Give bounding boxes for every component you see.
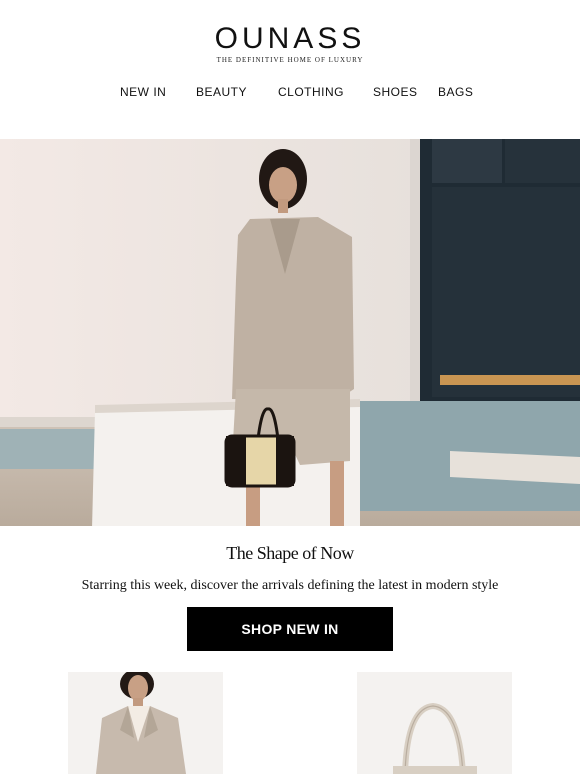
product-card-handbag[interactable] xyxy=(357,672,512,774)
brand-tagline: THE DEFINITIVE HOME OF LUXURY xyxy=(216,56,364,64)
hero-illustration xyxy=(0,139,580,526)
nav-item-beauty[interactable]: BEAUTY xyxy=(196,85,247,99)
handbag-product-image xyxy=(357,672,512,774)
campaign-subtext: Starring this week, discover the arrival… xyxy=(81,578,499,593)
nav-item-shoes[interactable]: SHOES xyxy=(373,85,418,99)
nav-item-clothing[interactable]: CLOTHING xyxy=(278,85,344,99)
nav-item-bags[interactable]: BAGS xyxy=(438,85,473,99)
shop-new-in-button[interactable]: SHOP NEW IN xyxy=(187,607,393,651)
main-nav: NEW IN BEAUTY CLOTHING SHOES BAGS xyxy=(0,85,580,101)
hero-campaign-image[interactable] xyxy=(0,139,580,526)
product-card-blazer[interactable] xyxy=(68,672,223,774)
nav-item-new-in[interactable]: NEW IN xyxy=(120,85,166,99)
ounass-logo[interactable]: OUNASS xyxy=(0,22,580,56)
blazer-product-image xyxy=(68,672,223,774)
campaign-headline: The Shape of Now xyxy=(226,543,354,563)
